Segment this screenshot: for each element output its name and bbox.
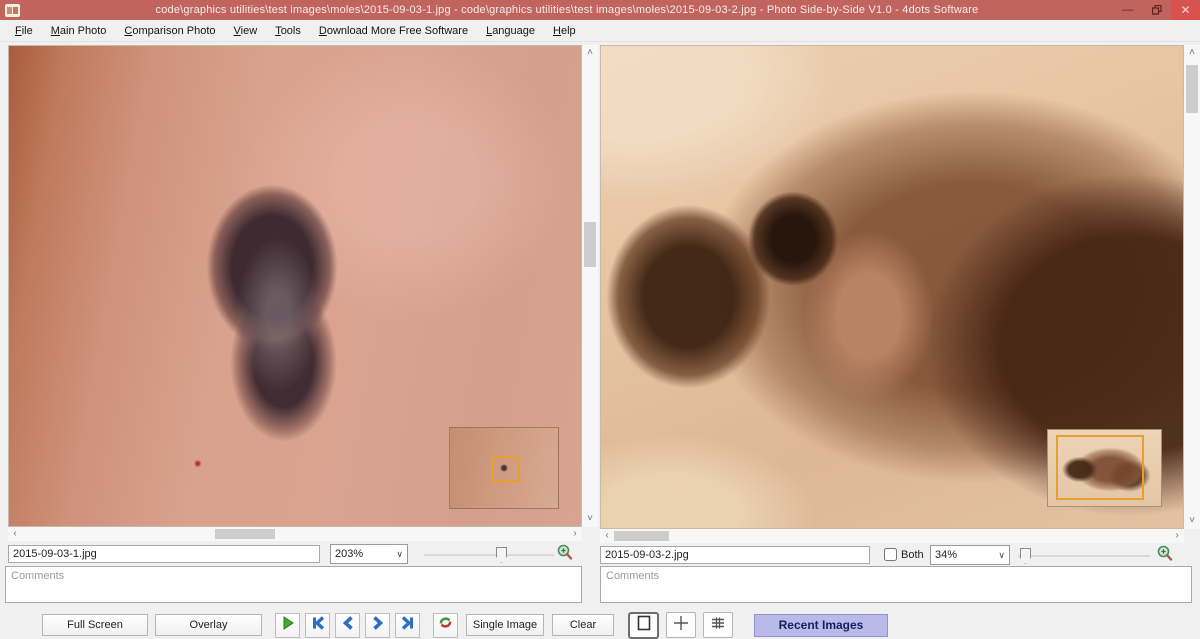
comparison-zoom-value: 34% xyxy=(935,549,958,561)
menu-help[interactable]: Help xyxy=(544,22,585,40)
main-zoom-slider[interactable] xyxy=(424,546,554,564)
window-title: code\graphics utilities\test images\mole… xyxy=(155,4,979,16)
comparison-photo-viewport[interactable] xyxy=(600,45,1184,529)
main-comments-textarea[interactable] xyxy=(5,566,582,603)
plus-icon xyxy=(673,615,689,636)
slider-track[interactable] xyxy=(1018,555,1150,557)
vscroll-thumb[interactable] xyxy=(1186,65,1198,113)
main-zoom-combobox[interactable]: 203% ∨ xyxy=(330,544,408,564)
recent-images-button[interactable]: Recent Images xyxy=(754,613,888,637)
slider-thumb[interactable] xyxy=(1020,548,1031,564)
grid-icon xyxy=(710,616,726,635)
comparison-zoom-slider[interactable] xyxy=(1018,547,1150,565)
comparison-filename-input[interactable] xyxy=(600,546,870,564)
scroll-down-icon[interactable]: ˅ xyxy=(1185,516,1199,526)
chevron-down-icon: ∨ xyxy=(998,549,1005,560)
scroll-right-icon[interactable]: › xyxy=(568,529,582,539)
first-image-button[interactable] xyxy=(305,612,330,638)
previous-icon xyxy=(340,615,356,636)
border-frame-button[interactable] xyxy=(628,611,659,639)
play-icon xyxy=(280,615,296,636)
vscroll-thumb[interactable] xyxy=(584,222,596,267)
chevron-down-icon: ∨ xyxy=(396,548,403,559)
sync-views-button[interactable] xyxy=(433,612,458,638)
play-slideshow-button[interactable] xyxy=(275,612,300,638)
overlay-button[interactable]: Overlay xyxy=(155,614,262,636)
main-photo-vscrollbar[interactable]: ˄ ˅ xyxy=(582,45,598,527)
crosshair-button[interactable] xyxy=(666,612,696,638)
hscroll-thumb[interactable] xyxy=(614,531,669,541)
last-image-button[interactable] xyxy=(395,612,420,638)
scroll-up-icon[interactable]: ˄ xyxy=(1185,48,1199,58)
comparison-comments-textarea[interactable] xyxy=(600,566,1192,603)
minimize-button[interactable]: — xyxy=(1113,0,1142,20)
hscroll-thumb[interactable] xyxy=(215,529,275,539)
both-label: Both xyxy=(901,548,924,561)
both-checkbox-group[interactable]: Both xyxy=(884,548,924,561)
app-icon xyxy=(3,2,21,18)
restore-button[interactable] xyxy=(1142,0,1171,20)
skip-last-icon xyxy=(400,615,416,636)
next-icon xyxy=(370,615,386,636)
main-zoom-value: 203% xyxy=(335,548,364,560)
scroll-left-icon[interactable]: ‹ xyxy=(600,531,614,541)
navigator-view-rect[interactable] xyxy=(491,456,520,482)
main-filename-input[interactable] xyxy=(8,545,320,563)
close-button[interactable]: ✕ xyxy=(1171,0,1200,20)
main-photo-hscrollbar[interactable]: ‹ › xyxy=(8,527,582,541)
menu-main-photo[interactable]: Main Photo xyxy=(42,22,116,40)
scroll-right-icon[interactable]: › xyxy=(1170,531,1184,541)
magnifier-icon[interactable] xyxy=(1156,545,1176,565)
title-bar: code\graphics utilities\test images\mole… xyxy=(0,0,1200,20)
sync-refresh-icon xyxy=(438,615,453,635)
menu-file[interactable]: File xyxy=(6,22,42,40)
scroll-down-icon[interactable]: ˅ xyxy=(583,514,597,524)
menu-download-more[interactable]: Download More Free Software xyxy=(310,22,477,40)
bottom-toolbar: Full Screen Overlay Single Image Clear R… xyxy=(42,611,888,639)
scroll-up-icon[interactable]: ˄ xyxy=(583,48,597,58)
comparison-photo-vscrollbar[interactable]: ˄ ˅ xyxy=(1184,45,1200,529)
full-screen-button[interactable]: Full Screen xyxy=(42,614,148,636)
slider-track[interactable] xyxy=(424,554,554,556)
app-window: code\graphics utilities\test images\mole… xyxy=(0,0,1200,639)
comparison-photo-hscrollbar[interactable]: ‹ › xyxy=(600,529,1184,543)
single-image-button[interactable]: Single Image xyxy=(466,614,544,636)
main-photo-navigator[interactable] xyxy=(449,427,559,509)
main-photo-viewport[interactable] xyxy=(8,45,582,527)
clear-button[interactable]: Clear xyxy=(552,614,614,636)
grid-button[interactable] xyxy=(703,612,733,638)
next-image-button[interactable] xyxy=(365,612,390,638)
scroll-left-icon[interactable]: ‹ xyxy=(8,529,22,539)
menu-tools[interactable]: Tools xyxy=(266,22,310,40)
navigator-view-rect[interactable] xyxy=(1056,435,1144,500)
frame-icon xyxy=(637,615,651,636)
menu-view[interactable]: View xyxy=(225,22,267,40)
slider-thumb[interactable] xyxy=(496,547,507,563)
skip-first-icon xyxy=(310,615,326,636)
menu-bar: File Main Photo Comparison Photo View To… xyxy=(0,20,1200,42)
comparison-photo-navigator[interactable] xyxy=(1047,429,1162,507)
menu-comparison-photo[interactable]: Comparison Photo xyxy=(115,22,224,40)
both-checkbox[interactable] xyxy=(884,548,897,561)
magnifier-icon[interactable] xyxy=(556,544,576,564)
menu-language[interactable]: Language xyxy=(477,22,544,40)
previous-image-button[interactable] xyxy=(335,612,360,638)
comparison-zoom-combobox[interactable]: 34% ∨ xyxy=(930,545,1010,565)
